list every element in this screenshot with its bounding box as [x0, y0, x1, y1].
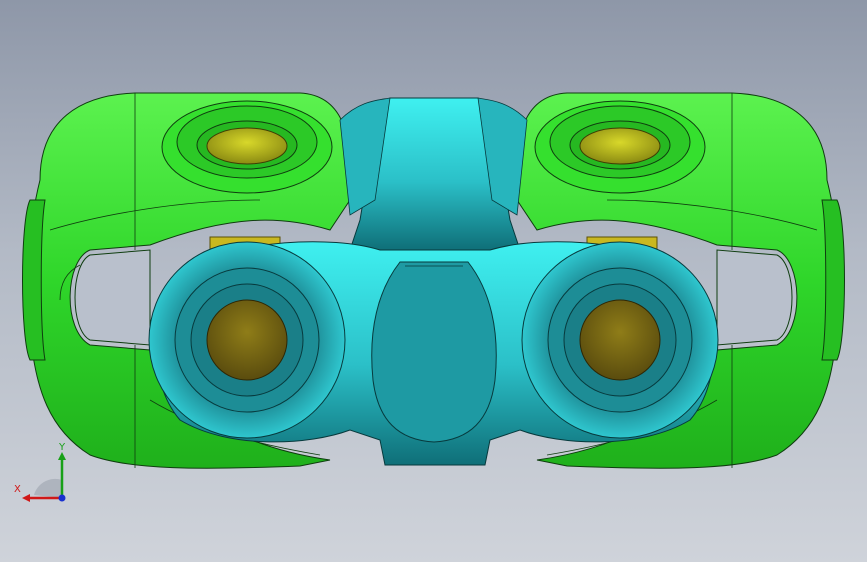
view-orientation-triad[interactable]: Y X	[12, 440, 82, 510]
x-axis-label: X	[14, 484, 21, 495]
universal-joint-model[interactable]	[0, 0, 867, 562]
y-axis-label: Y	[58, 442, 66, 453]
cad-viewport[interactable]: Y X	[0, 0, 867, 562]
y-axis-arrowhead-icon	[58, 452, 66, 460]
z-axis-dot-icon	[58, 494, 66, 502]
triad-plane-icon	[34, 478, 62, 498]
x-axis-arrowhead-icon	[22, 494, 30, 502]
